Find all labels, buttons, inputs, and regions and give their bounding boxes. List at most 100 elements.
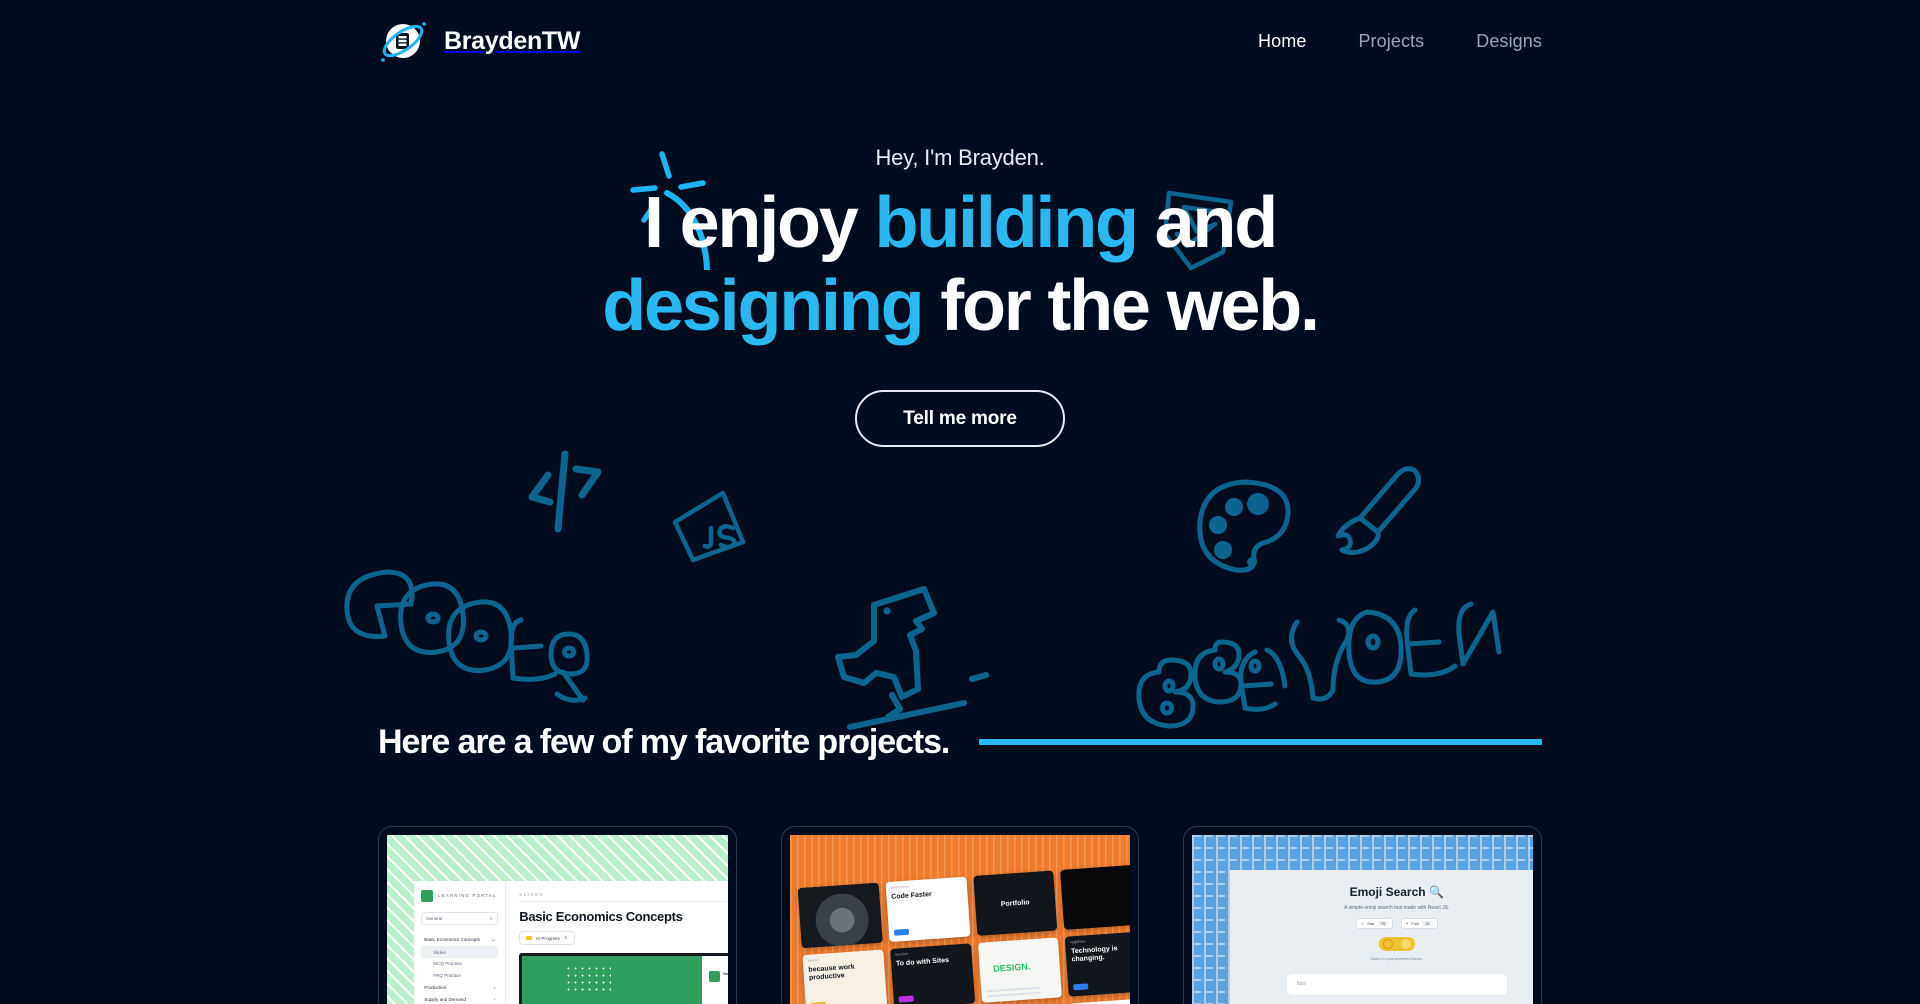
learning-portal-mock: LEARNING PORTAL General ⇳ Basic Economics… xyxy=(387,835,728,1004)
emoji-search-mock: Emoji Search 🔍 A simple emoji search too… xyxy=(1192,835,1534,1004)
nav-item-projects[interactable]: Projects xyxy=(1358,31,1424,52)
portal-menu-item[interactable]: FRQ Practice xyxy=(421,970,498,982)
portal-divider xyxy=(519,901,728,903)
emoji-search-window: Emoji Search 🔍 A simple emoji search too… xyxy=(1229,869,1534,1004)
portal-logo-text: LEARNING PORTAL xyxy=(438,893,497,899)
nav-links: Home Projects Designs xyxy=(1258,31,1542,52)
design-tile-headline: Portfolio xyxy=(1000,898,1030,908)
hero-title-highlight-building: building xyxy=(874,183,1139,263)
hero-title-line2-post: for the web. xyxy=(922,266,1320,346)
slide-brand-mark: Youth Economics Initiative xyxy=(708,970,728,982)
paint-brush-icon xyxy=(1335,466,1422,556)
portal-menu-item[interactable]: MCQ Practice xyxy=(421,958,498,970)
github-fork-chip[interactable]: ⑂ Fork 31 xyxy=(1401,917,1438,929)
design-tile: Portfolio xyxy=(972,870,1058,936)
design-tile: WebProcess Code Faster xyxy=(884,876,970,942)
design-tile: Machine To do with Sites xyxy=(889,943,975,1004)
slide-brand-text: Youth Economics Initiative xyxy=(722,970,728,976)
design-tile xyxy=(1060,863,1131,930)
portrait-image xyxy=(797,882,883,948)
portal-menu-label: Supply and Demand xyxy=(424,996,466,1002)
hero-greeting: Hey, I'm Brayden. xyxy=(875,145,1045,170)
tell-me-more-button[interactable]: Tell me more xyxy=(855,390,1065,447)
learning-portal-main: SLIDES Basic Economics Concepts In Progr… xyxy=(506,881,728,1004)
hero-section: Hey, I'm Brayden. I enjoy building and d… xyxy=(0,82,1920,730)
design-tile-button xyxy=(897,995,914,1003)
nav-item-home[interactable]: Home xyxy=(1258,31,1306,52)
hero-title-line1: I enjoy building and xyxy=(602,187,1318,259)
portal-course-select-value: General xyxy=(426,916,443,922)
portal-menu-item[interactable]: Basic Economics Concepts ⌄ xyxy=(421,933,498,946)
portfolio-mock: WebProcess Code Faster Portfolio Modern … xyxy=(789,835,1131,1004)
learning-portal-sidebar: LEARNING PORTAL General ⇳ Basic Economics… xyxy=(414,881,507,1004)
design-tile: Modern because work productive xyxy=(802,949,887,1004)
design-tile-headline: DESIGN. xyxy=(992,960,1031,974)
theme-toggle[interactable] xyxy=(1378,936,1415,951)
chevron-updown-icon: ⇳ xyxy=(489,915,494,921)
page-root: BraydenTW Home Projects Designs Hey, I'm… xyxy=(0,0,1920,1004)
hero-title: I enjoy building and designing for the w… xyxy=(602,187,1320,342)
project-card-learning-portal[interactable]: LEARNING PORTAL General ⇳ Basic Economics… xyxy=(378,826,737,1004)
theme-toggle-note: Switch to your preferred theme. xyxy=(1370,956,1424,961)
portal-status-badge[interactable]: In Progress ⇳ xyxy=(519,931,575,946)
fork-icon: ⑂ xyxy=(1406,920,1409,926)
design-tile: NightFlow Give your SEO a Skills boost xyxy=(1069,997,1131,1004)
nav-item-designs[interactable]: Designs xyxy=(1476,31,1542,52)
chevron-updown-icon: ⇳ xyxy=(563,935,568,941)
portal-menu-label: MCQ Practice xyxy=(433,961,462,967)
portal-status-label: In Progress xyxy=(536,935,560,941)
code-brackets-icon xyxy=(528,450,602,533)
sun-icon xyxy=(1400,938,1411,949)
status-dot-icon xyxy=(526,936,533,941)
chevron-down-icon: ⌄ xyxy=(491,936,496,942)
slide-dot-pattern xyxy=(564,965,611,992)
hero-title-line2: designing for the web. xyxy=(602,270,1320,342)
design-tile-headline: Code Faster xyxy=(890,890,932,901)
design-tile-label: WebProcess xyxy=(890,884,910,890)
github-fork-value: 31 xyxy=(1422,920,1433,926)
portal-menu-label: Slides xyxy=(433,949,446,955)
portal-course-select[interactable]: General ⇳ xyxy=(421,912,499,926)
design-tile-label: Modern xyxy=(807,957,820,963)
project-screenshot: Emoji Search 🔍 A simple emoji search too… xyxy=(1192,835,1534,1004)
brand-name: BraydenTW xyxy=(444,26,581,55)
project-screenshot: LEARNING PORTAL General ⇳ Basic Economics… xyxy=(387,835,728,1004)
design-tile-button xyxy=(1073,982,1089,990)
projects-heading: Here are a few of my favorite projects. xyxy=(378,722,950,761)
moon-icon xyxy=(1382,938,1393,949)
design-tile-headline: because work productive xyxy=(807,963,855,982)
design-tile-line xyxy=(985,986,1041,992)
design-tile xyxy=(797,882,883,948)
design-tile-headline: Technology is changing. xyxy=(1070,944,1118,964)
star-icon: ☆ xyxy=(1360,920,1365,926)
design-tile-label: Machine xyxy=(894,951,908,957)
design-tile-line xyxy=(985,991,1041,997)
github-star-value: 79 xyxy=(1377,920,1388,926)
portal-menu-item[interactable]: Supply and Demand › xyxy=(421,993,498,1004)
portal-menu-item[interactable]: Slides xyxy=(421,946,499,958)
design-tile: NightFlow Technology is changing. xyxy=(1064,930,1131,997)
projects-heading-row: Here are a few of my favorite projects. xyxy=(0,702,1920,782)
projects-card-list: LEARNING PORTAL General ⇳ Basic Economics… xyxy=(0,782,1920,1004)
chevron-right-icon: › xyxy=(493,996,496,1002)
project-card-portfolio[interactable]: WebProcess Code Faster Portfolio Modern … xyxy=(780,826,1140,1004)
emoji-search-input[interactable]: face xyxy=(1286,973,1507,995)
projects-heading-rule xyxy=(979,739,1542,745)
portal-kicker: SLIDES xyxy=(519,892,544,898)
orbit-b-logo-icon xyxy=(378,16,428,66)
emoji-search-github-stats: ☆ Star 79 ⑂ Fork 31 xyxy=(1230,917,1533,929)
github-star-chip[interactable]: ☆ Star 79 xyxy=(1355,917,1393,929)
hero-title-highlight-designing: designing xyxy=(602,266,924,346)
brand-logo-link[interactable]: BraydenTW xyxy=(378,16,581,66)
slide-canvas: Youth Economics Initiative Chapter 1 Bas… xyxy=(522,956,728,1004)
design-tile: DESIGN. xyxy=(977,936,1062,1003)
slide-brand-icon xyxy=(708,970,720,982)
project-screenshot: WebProcess Code Faster Portfolio Modern … xyxy=(789,835,1131,1004)
portal-menu-item[interactable]: Production › xyxy=(421,982,498,994)
hero-title-line1-post: and xyxy=(1136,183,1279,263)
top-navbar: BraydenTW Home Projects Designs xyxy=(0,0,1920,82)
github-fork-label: Fork xyxy=(1411,920,1420,926)
hero-title-line1-pre: I enjoy xyxy=(643,183,875,263)
project-card-emoji-search[interactable]: Emoji Search 🔍 A simple emoji search too… xyxy=(1183,826,1543,1004)
portal-menu-label: Production xyxy=(424,984,447,990)
